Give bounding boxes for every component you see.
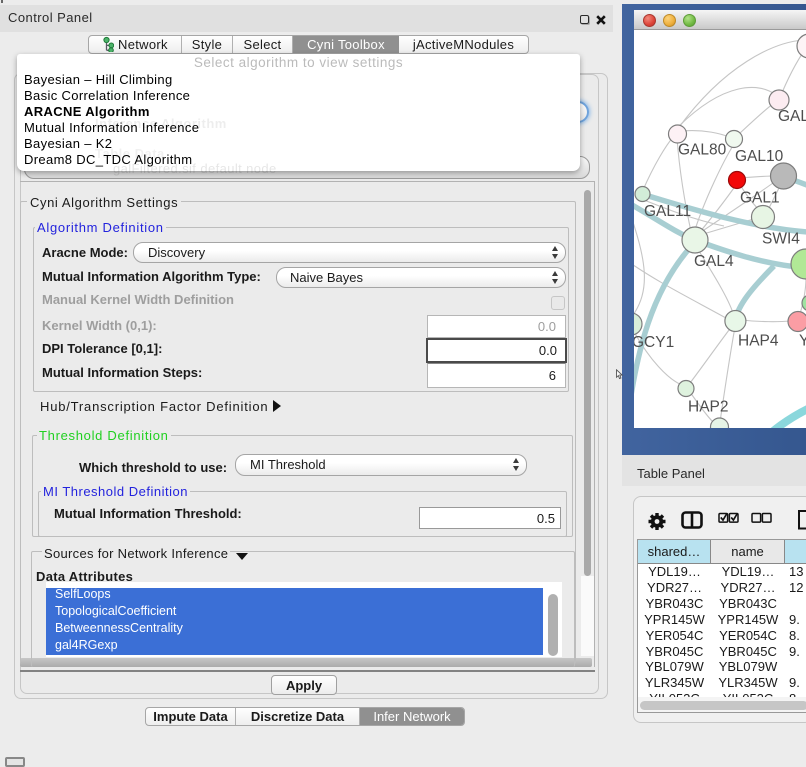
svg-text:Y: Y [799,333,806,350]
svg-text:GAL10: GAL10 [735,148,784,165]
svg-text:GCY1: GCY1 [634,334,674,351]
svg-text:HAP2: HAP2 [688,399,729,416]
svg-text:SWI4: SWI4 [762,231,800,248]
svg-text:GAL11: GAL11 [644,203,691,220]
svg-text:HAP4: HAP4 [738,333,779,350]
svg-text:GAL80: GAL80 [678,142,727,159]
svg-text:GAL1: GAL1 [740,190,780,207]
svg-text:GAL4: GAL4 [694,253,734,270]
svg-text:GAL: GAL [778,108,806,125]
